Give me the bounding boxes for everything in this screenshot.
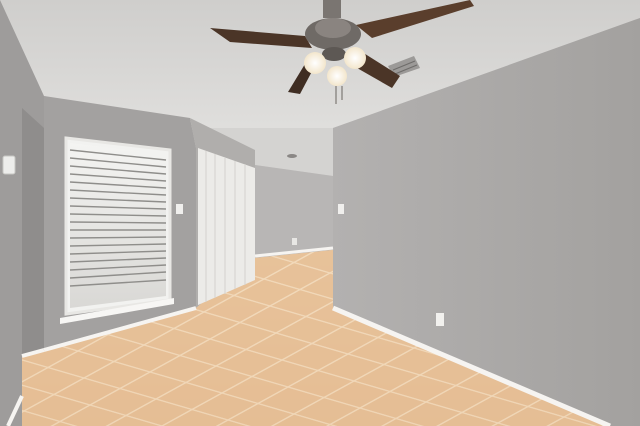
room-illustration — [0, 0, 640, 426]
room-photo — [0, 0, 640, 426]
fan-light-center — [327, 66, 347, 86]
light-switch-icon-right — [338, 204, 344, 214]
wall-outlet-icon — [436, 313, 444, 326]
fan-light-right — [344, 47, 366, 69]
left-doorway — [22, 108, 44, 356]
wall-outlet-icon-back — [292, 238, 297, 245]
light-switch-icon — [176, 204, 183, 214]
closet-vertical-blinds — [198, 148, 255, 305]
fan-light-left — [304, 52, 326, 74]
window-blinds-icon — [60, 136, 174, 324]
hallway-ceiling-light — [287, 154, 297, 158]
thermostat-icon — [2, 155, 16, 175]
